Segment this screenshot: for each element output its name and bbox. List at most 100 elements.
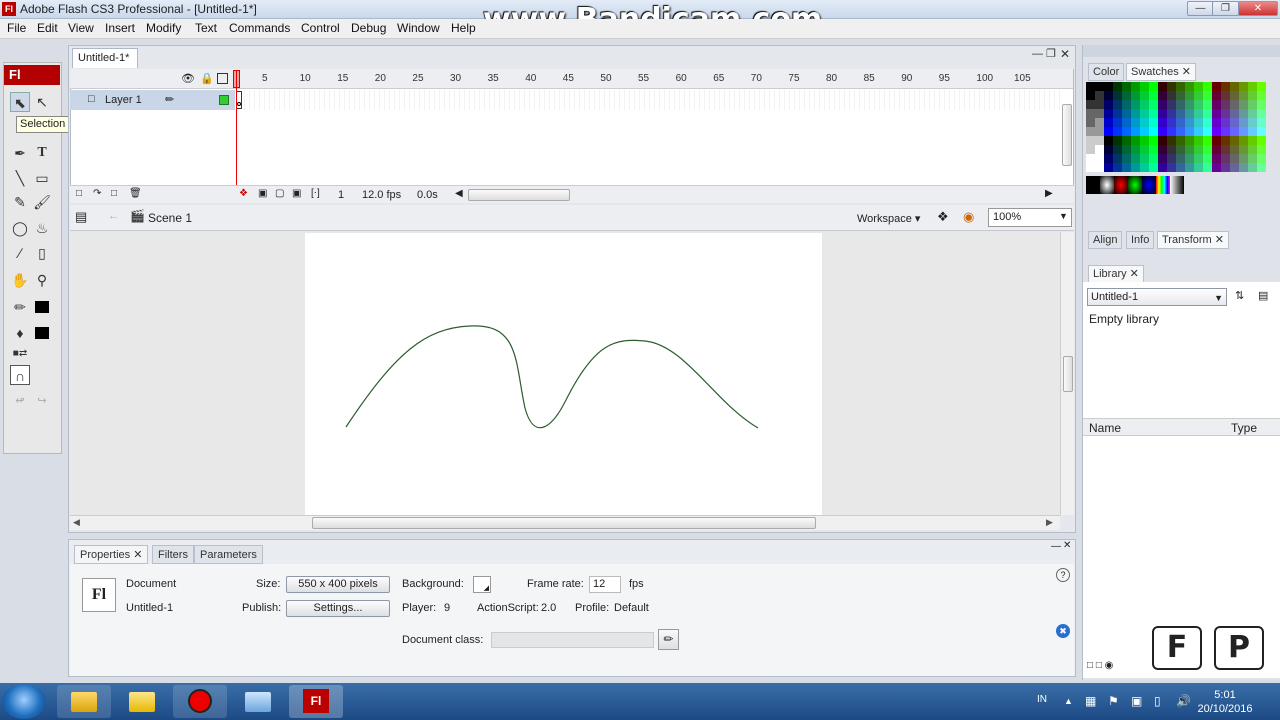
swatch[interactable] bbox=[1131, 118, 1140, 127]
new-library-icon[interactable]: ▤ bbox=[1258, 289, 1268, 302]
swatch[interactable] bbox=[1122, 127, 1131, 136]
swatch[interactable] bbox=[1194, 118, 1203, 127]
tab-info[interactable]: Info bbox=[1126, 231, 1155, 249]
swatch[interactable] bbox=[1230, 127, 1239, 136]
tray-monitor-icon[interactable]: ▣ bbox=[1131, 694, 1142, 708]
swatch[interactable] bbox=[1194, 109, 1203, 118]
swatch-grid[interactable] bbox=[1086, 82, 1266, 172]
doc-close-icon[interactable]: ✕ bbox=[1060, 47, 1070, 61]
start-button[interactable] bbox=[2, 684, 46, 719]
swatch[interactable] bbox=[1131, 127, 1140, 136]
swatch[interactable] bbox=[1176, 145, 1185, 154]
swatch[interactable] bbox=[1086, 136, 1095, 145]
swatch[interactable] bbox=[1212, 145, 1221, 154]
stroke-color-icon[interactable]: ✏ bbox=[10, 297, 30, 317]
swatch[interactable] bbox=[1095, 109, 1104, 118]
workspace-menu[interactable]: Workspace ▾ bbox=[857, 212, 920, 225]
tray-expand-icon[interactable]: ▲ bbox=[1064, 696, 1073, 706]
tab-transform[interactable]: Transform ✕ bbox=[1157, 231, 1229, 249]
fill-color-icon[interactable]: ♦ bbox=[10, 323, 30, 343]
swatch[interactable] bbox=[1113, 91, 1122, 100]
swatch[interactable] bbox=[1176, 91, 1185, 100]
swatch[interactable] bbox=[1212, 163, 1221, 172]
swatch[interactable] bbox=[1185, 154, 1194, 163]
swatch[interactable] bbox=[1122, 118, 1131, 127]
outline-icon[interactable] bbox=[217, 73, 228, 84]
swatch[interactable] bbox=[1221, 109, 1230, 118]
swatch[interactable] bbox=[1104, 154, 1113, 163]
swatch[interactable] bbox=[1113, 136, 1122, 145]
swatch[interactable] bbox=[1095, 100, 1104, 109]
swatch[interactable] bbox=[1203, 145, 1212, 154]
line-tool-icon[interactable]: ╲ bbox=[10, 168, 30, 188]
center-frame-icon[interactable]: ❖ bbox=[239, 188, 248, 199]
swatch[interactable] bbox=[1221, 91, 1230, 100]
swatch[interactable] bbox=[1185, 127, 1194, 136]
swatch[interactable] bbox=[1248, 109, 1257, 118]
swatch[interactable] bbox=[1248, 118, 1257, 127]
layer-row[interactable]: □ Layer 1 ✏ bbox=[70, 90, 235, 110]
swatch[interactable] bbox=[1140, 91, 1149, 100]
insert-folder-icon[interactable]: □ bbox=[111, 188, 117, 199]
menu-commands[interactable]: Commands bbox=[229, 21, 290, 35]
swatch[interactable] bbox=[1221, 118, 1230, 127]
swatch[interactable] bbox=[1203, 136, 1212, 145]
swatch[interactable] bbox=[1248, 145, 1257, 154]
swatch[interactable] bbox=[1104, 91, 1113, 100]
swatch[interactable] bbox=[1176, 127, 1185, 136]
col-type[interactable]: Type bbox=[1231, 421, 1257, 435]
zoom-tool-icon[interactable]: ⚲ bbox=[32, 270, 52, 290]
swatch[interactable] bbox=[1257, 145, 1266, 154]
tab-parameters[interactable]: Parameters bbox=[194, 545, 263, 564]
swatch[interactable] bbox=[1131, 100, 1140, 109]
swatch[interactable] bbox=[1086, 127, 1095, 136]
edit-multiple-frames-icon[interactable]: ▣ bbox=[292, 188, 301, 199]
frame-rate-input[interactable]: 12 bbox=[589, 576, 621, 593]
taskbar-bandicam[interactable] bbox=[173, 685, 227, 718]
swatch[interactable] bbox=[1140, 127, 1149, 136]
zoom-select[interactable]: 100% ▼ bbox=[988, 208, 1072, 227]
swatch[interactable] bbox=[1176, 154, 1185, 163]
swatch[interactable] bbox=[1185, 136, 1194, 145]
swatch[interactable] bbox=[1167, 109, 1176, 118]
brush-tool-icon[interactable]: 🖌 bbox=[32, 192, 52, 212]
taskbar-folder[interactable] bbox=[115, 685, 169, 718]
swatch[interactable] bbox=[1158, 163, 1167, 172]
edit-symbols-icon[interactable]: ❖ bbox=[937, 209, 949, 225]
swatch[interactable] bbox=[1221, 145, 1230, 154]
stage-vscroll-thumb[interactable] bbox=[1063, 356, 1073, 392]
swatch[interactable] bbox=[1095, 118, 1104, 127]
swatch[interactable] bbox=[1212, 100, 1221, 109]
swatch[interactable] bbox=[1257, 82, 1266, 91]
menu-file[interactable]: File bbox=[7, 21, 26, 35]
swatch[interactable] bbox=[1203, 91, 1212, 100]
swatch[interactable] bbox=[1086, 82, 1095, 91]
eyedropper-tool-icon[interactable]: ∕ bbox=[10, 243, 30, 263]
tray-volume-icon[interactable]: 🔊 bbox=[1176, 694, 1191, 708]
swatch[interactable] bbox=[1086, 163, 1095, 172]
swatch[interactable] bbox=[1167, 91, 1176, 100]
tab-align[interactable]: Align bbox=[1088, 231, 1123, 249]
swatch[interactable] bbox=[1212, 109, 1221, 118]
swatch[interactable] bbox=[1176, 109, 1185, 118]
swatch[interactable] bbox=[1113, 118, 1122, 127]
swatch[interactable] bbox=[1149, 82, 1158, 91]
swatch[interactable] bbox=[1104, 136, 1113, 145]
snap-to-objects-icon[interactable]: ∩ bbox=[10, 365, 30, 385]
swatch[interactable] bbox=[1248, 91, 1257, 100]
swatch[interactable] bbox=[1230, 82, 1239, 91]
swatch[interactable] bbox=[1185, 100, 1194, 109]
menu-edit[interactable]: Edit bbox=[37, 21, 58, 35]
tray-network-icon[interactable]: ▦ bbox=[1085, 694, 1096, 708]
swatch[interactable] bbox=[1230, 154, 1239, 163]
timeline-scroll-left-icon[interactable]: ◀ bbox=[455, 188, 463, 199]
taskbar-app[interactable] bbox=[231, 685, 285, 718]
swatch[interactable] bbox=[1221, 136, 1230, 145]
ink-bottle-tool-icon[interactable]: ◯ bbox=[10, 218, 30, 238]
swatch[interactable] bbox=[1122, 145, 1131, 154]
taskbar-explorer[interactable] bbox=[57, 685, 111, 718]
swatch[interactable] bbox=[1248, 82, 1257, 91]
swatch[interactable] bbox=[1086, 154, 1095, 163]
hand-tool-icon[interactable]: ✋ bbox=[10, 270, 30, 290]
scroll-left-icon[interactable]: ◀ bbox=[73, 517, 80, 528]
